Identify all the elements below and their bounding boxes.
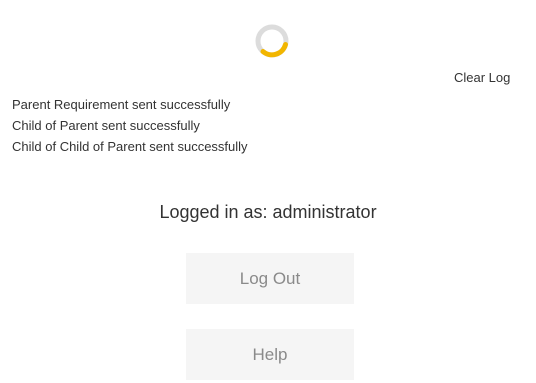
log-entry: Child of Parent sent successfully bbox=[12, 118, 200, 133]
log-entry: Child of Child of Parent sent successful… bbox=[12, 139, 248, 154]
logout-button[interactable]: Log Out bbox=[186, 253, 354, 304]
log-panel: Parent Requirement sent successfully Chi… bbox=[12, 94, 248, 157]
logged-in-status: Logged in as: administrator bbox=[159, 202, 377, 222]
log-entry: Parent Requirement sent successfully bbox=[12, 97, 231, 112]
loading-spinner-icon bbox=[250, 19, 294, 63]
help-button[interactable]: Help bbox=[186, 329, 354, 380]
clear-log-link[interactable]: Clear Log bbox=[454, 70, 510, 85]
